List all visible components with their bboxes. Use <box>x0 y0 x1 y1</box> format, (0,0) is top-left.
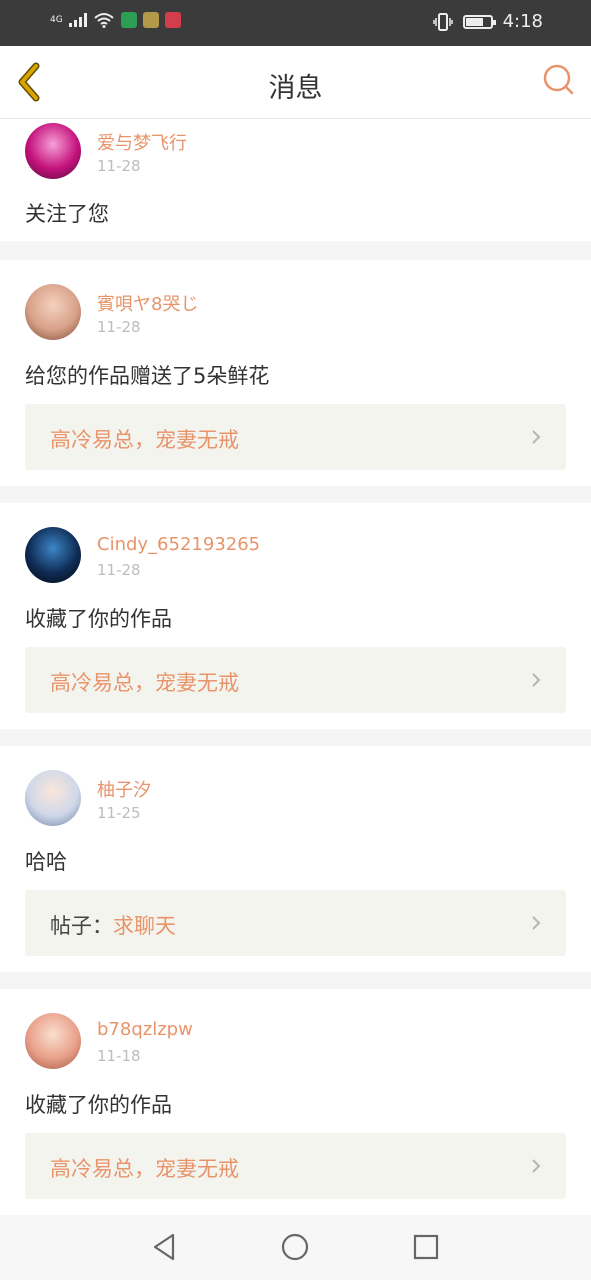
message-text: 给您的作品赠送了5朵鲜花 <box>25 364 270 388</box>
circle-home-icon[interactable] <box>277 1229 313 1265</box>
app-notification-icon <box>142 12 159 28</box>
clock: 4:18 <box>502 11 543 32</box>
work-link[interactable]: 高冷易总，宠妻无戒 <box>25 404 566 470</box>
message-date: 11-25 <box>97 804 141 822</box>
chevron-right-icon <box>532 1159 541 1173</box>
message-text: 关注了您 <box>25 202 109 226</box>
status-bar: 4G 4:18 <box>0 0 591 46</box>
message-text: 收藏了你的作品 <box>25 607 172 631</box>
message-item[interactable]: b78qzlzpw 11-18 收藏了你的作品 高冷易总，宠妻无戒 <box>0 989 591 1215</box>
status-right: 4:18 <box>432 11 543 32</box>
message-date: 11-18 <box>97 1047 141 1065</box>
message-date: 11-28 <box>97 318 141 336</box>
network-type: 4G <box>50 14 63 25</box>
work-title: 高冷易总，宠妻无戒 <box>50 1157 239 1181</box>
post-link[interactable]: 帖子：求聊天 <box>25 890 566 956</box>
post-label: 帖子： <box>50 914 113 938</box>
post-title: 求聊天 <box>113 914 176 938</box>
work-link[interactable]: 高冷易总，宠妻无戒 <box>25 647 566 713</box>
vibrate-icon <box>432 12 453 31</box>
work-title: 高冷易总，宠妻无戒 <box>50 671 239 695</box>
app-notification-icon <box>164 12 181 28</box>
battery-icon <box>462 14 496 29</box>
avatar[interactable] <box>25 770 81 826</box>
chevron-right-icon <box>532 916 541 930</box>
username[interactable]: 柚子汐 <box>97 776 151 802</box>
message-item[interactable]: Cindy_652193265 11-28 收藏了你的作品 高冷易总，宠妻无戒 <box>0 503 591 729</box>
message-item[interactable]: 柚子汐 11-25 哈哈 帖子：求聊天 <box>0 746 591 972</box>
username[interactable]: b78qzlzpw <box>97 1019 193 1040</box>
username[interactable]: 爱与梦飞行 <box>97 129 187 155</box>
system-nav-bar <box>0 1215 591 1280</box>
avatar[interactable] <box>25 527 81 583</box>
wifi-icon <box>94 13 114 28</box>
chevron-right-icon <box>532 673 541 687</box>
message-item[interactable]: 爱与梦飞行 11-28 关注了您 <box>0 119 591 241</box>
triangle-back-icon[interactable] <box>146 1229 182 1265</box>
page-title: 消息 <box>268 73 323 104</box>
square-recents-icon[interactable] <box>408 1229 444 1265</box>
message-date: 11-28 <box>97 157 141 175</box>
message-text: 收藏了你的作品 <box>25 1093 172 1117</box>
post-link-text: 帖子：求聊天 <box>50 910 176 940</box>
message-text: 哈哈 <box>25 850 67 874</box>
message-item[interactable]: 賓唄ヤ8哭じ 11-28 给您的作品赠送了5朵鲜花 高冷易总，宠妻无戒 <box>0 260 591 486</box>
signal-icon <box>68 13 87 27</box>
avatar[interactable] <box>25 123 81 179</box>
title-bar: 消息 <box>0 46 591 119</box>
message-list[interactable]: 爱与梦飞行 11-28 关注了您 賓唄ヤ8哭じ 11-28 给您的作品赠送了5朵… <box>0 119 591 1215</box>
status-left: 4G <box>50 12 181 28</box>
avatar[interactable] <box>25 284 81 340</box>
chevron-right-icon <box>532 430 541 444</box>
avatar[interactable] <box>25 1013 81 1069</box>
app-notification-icon <box>120 12 137 28</box>
message-date: 11-28 <box>97 561 141 579</box>
search-icon[interactable] <box>541 62 577 98</box>
username[interactable]: Cindy_652193265 <box>97 534 260 555</box>
work-link[interactable]: 高冷易总，宠妻无戒 <box>25 1133 566 1199</box>
username[interactable]: 賓唄ヤ8哭じ <box>97 290 198 316</box>
work-title: 高冷易总，宠妻无戒 <box>50 428 239 452</box>
